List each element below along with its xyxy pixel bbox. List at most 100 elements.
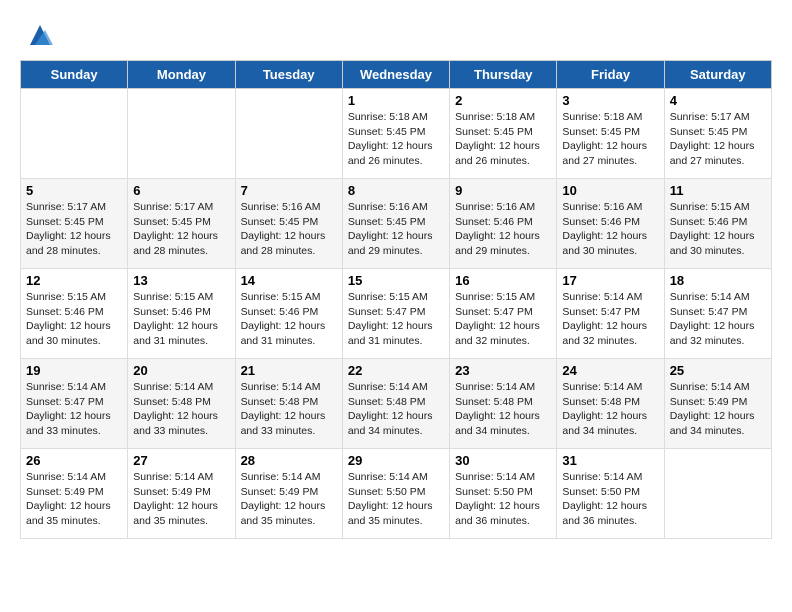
- calendar-cell: [235, 89, 342, 179]
- cell-content: Sunrise: 5:14 AM Sunset: 5:49 PM Dayligh…: [241, 470, 337, 529]
- date-number: 10: [562, 183, 658, 198]
- cell-content: Sunrise: 5:15 AM Sunset: 5:46 PM Dayligh…: [241, 290, 337, 349]
- cell-content: Sunrise: 5:14 AM Sunset: 5:47 PM Dayligh…: [562, 290, 658, 349]
- date-number: 15: [348, 273, 444, 288]
- day-header-wednesday: Wednesday: [342, 61, 449, 89]
- calendar-cell: 30 Sunrise: 5:14 AM Sunset: 5:50 PM Dayli…: [450, 449, 557, 539]
- calendar-cell: 21Sunrise: 5:14 AM Sunset: 5:48 PM Dayli…: [235, 359, 342, 449]
- cell-content: Sunrise: 5:18 AM Sunset: 5:45 PM Dayligh…: [562, 110, 658, 169]
- calendar-cell: 2 Sunrise: 5:18 AM Sunset: 5:45 PM Daylig…: [450, 89, 557, 179]
- cell-content: Sunrise: 5:14 AM Sunset: 5:47 PM Dayligh…: [26, 380, 122, 439]
- date-number: 14: [241, 273, 337, 288]
- calendar-cell: 1Sunrise: 5:18 AM Sunset: 5:45 PM Daylig…: [342, 89, 449, 179]
- cell-content: Sunrise: 5:14 AM Sunset: 5:48 PM Dayligh…: [455, 380, 551, 439]
- header-row: SundayMondayTuesdayWednesdayThursdayFrid…: [21, 61, 772, 89]
- cell-content: Sunrise: 5:15 AM Sunset: 5:47 PM Dayligh…: [455, 290, 551, 349]
- cell-content: Sunrise: 5:14 AM Sunset: 5:48 PM Dayligh…: [133, 380, 229, 439]
- logo: [20, 20, 55, 50]
- cell-content: Sunrise: 5:18 AM Sunset: 5:45 PM Dayligh…: [348, 110, 444, 169]
- date-number: 11: [670, 183, 766, 198]
- calendar-cell: 31 Sunrise: 5:14 AM Sunset: 5:50 PM Dayli…: [557, 449, 664, 539]
- day-header-tuesday: Tuesday: [235, 61, 342, 89]
- calendar-cell: 26Sunrise: 5:14 AM Sunset: 5:49 PM Dayli…: [21, 449, 128, 539]
- cell-content: Sunrise: 5:16 AM Sunset: 5:45 PM Dayligh…: [348, 200, 444, 259]
- calendar-table: SundayMondayTuesdayWednesdayThursdayFrid…: [20, 60, 772, 539]
- date-number: 21: [241, 363, 337, 378]
- calendar-cell: 25 Sunrise: 5:14 AM Sunset: 5:49 PM Dayli…: [664, 359, 771, 449]
- cell-content: Sunrise: 5:16 AM Sunset: 5:46 PM Dayligh…: [562, 200, 658, 259]
- calendar-cell: 5 Sunrise: 5:17 AM Sunset: 5:45 PM Daylig…: [21, 179, 128, 269]
- date-number: 26: [26, 453, 122, 468]
- cell-content: Sunrise: 5:18 AM Sunset: 5:45 PM Dayligh…: [455, 110, 551, 169]
- date-number: 18: [670, 273, 766, 288]
- date-number: 8: [348, 183, 444, 198]
- cell-content: Sunrise: 5:17 AM Sunset: 5:45 PM Dayligh…: [133, 200, 229, 259]
- calendar-cell: 23Sunrise: 5:14 AM Sunset: 5:48 PM Dayli…: [450, 359, 557, 449]
- calendar-cell: 22 Sunrise: 5:14 AM Sunset: 5:48 PM Dayli…: [342, 359, 449, 449]
- cell-content: Sunrise: 5:17 AM Sunset: 5:45 PM Dayligh…: [26, 200, 122, 259]
- week-row-2: 5 Sunrise: 5:17 AM Sunset: 5:45 PM Daylig…: [21, 179, 772, 269]
- calendar-cell: 6 Sunrise: 5:17 AM Sunset: 5:45 PM Daylig…: [128, 179, 235, 269]
- cell-content: Sunrise: 5:16 AM Sunset: 5:46 PM Dayligh…: [455, 200, 551, 259]
- cell-content: Sunrise: 5:15 AM Sunset: 5:46 PM Dayligh…: [670, 200, 766, 259]
- calendar-cell: 15 Sunrise: 5:15 AM Sunset: 5:47 PM Dayli…: [342, 269, 449, 359]
- week-row-1: 1Sunrise: 5:18 AM Sunset: 5:45 PM Daylig…: [21, 89, 772, 179]
- date-number: 13: [133, 273, 229, 288]
- cell-content: Sunrise: 5:14 AM Sunset: 5:47 PM Dayligh…: [670, 290, 766, 349]
- calendar-cell: 3 Sunrise: 5:18 AM Sunset: 5:45 PM Daylig…: [557, 89, 664, 179]
- date-number: 30: [455, 453, 551, 468]
- date-number: 6: [133, 183, 229, 198]
- logo-icon: [25, 20, 55, 50]
- cell-content: Sunrise: 5:15 AM Sunset: 5:46 PM Dayligh…: [26, 290, 122, 349]
- calendar-cell: 14 Sunrise: 5:15 AM Sunset: 5:46 PM Dayli…: [235, 269, 342, 359]
- date-number: 2: [455, 93, 551, 108]
- day-header-friday: Friday: [557, 61, 664, 89]
- week-row-5: 26 Sunrise: 5:14 AM Sunset: 5:49 PM Dayli…: [21, 449, 772, 539]
- date-number: 12: [26, 273, 122, 288]
- cell-content: Sunrise: 5:15 AM Sunset: 5:47 PM Dayligh…: [348, 290, 444, 349]
- date-number: 3: [562, 93, 658, 108]
- cell-content: Sunrise: 5:14 AM Sunset: 5:48 PM Dayligh…: [562, 380, 658, 439]
- cell-content: Sunrise: 5:14 AM Sunset: 5:50 PM Dayligh…: [455, 470, 551, 529]
- calendar-cell: [664, 449, 771, 539]
- calendar-cell: 27 Sunrise: 5:14 AM Sunset: 5:49 PM Dayli…: [128, 449, 235, 539]
- date-number: 7: [241, 183, 337, 198]
- cell-content: Sunrise: 5:15 AM Sunset: 5:46 PM Dayligh…: [133, 290, 229, 349]
- calendar-cell: 4 Sunrise: 5:17 AM Sunset: 5:45 PM Daylig…: [664, 89, 771, 179]
- cell-content: Sunrise: 5:14 AM Sunset: 5:49 PM Dayligh…: [670, 380, 766, 439]
- cell-content: Sunrise: 5:14 AM Sunset: 5:50 PM Dayligh…: [562, 470, 658, 529]
- date-number: 5: [26, 183, 122, 198]
- week-row-3: 12 Sunrise: 5:15 AM Sunset: 5:46 PM Dayli…: [21, 269, 772, 359]
- day-header-sunday: Sunday: [21, 61, 128, 89]
- calendar-cell: [21, 89, 128, 179]
- date-number: 29: [348, 453, 444, 468]
- cell-content: Sunrise: 5:17 AM Sunset: 5:45 PM Dayligh…: [670, 110, 766, 169]
- calendar-cell: 18 Sunrise: 5:14 AM Sunset: 5:47 PM Dayli…: [664, 269, 771, 359]
- calendar-cell: 24Sunrise: 5:14 AM Sunset: 5:48 PM Dayli…: [557, 359, 664, 449]
- page-header: [20, 20, 772, 50]
- date-number: 22: [348, 363, 444, 378]
- calendar-cell: 17Sunrise: 5:14 AM Sunset: 5:47 PM Dayli…: [557, 269, 664, 359]
- calendar-cell: 16 Sunrise: 5:15 AM Sunset: 5:47 PM Dayli…: [450, 269, 557, 359]
- date-number: 27: [133, 453, 229, 468]
- calendar-cell: 9 Sunrise: 5:16 AM Sunset: 5:46 PM Daylig…: [450, 179, 557, 269]
- calendar-cell: 7 Sunrise: 5:16 AM Sunset: 5:45 PM Daylig…: [235, 179, 342, 269]
- day-header-thursday: Thursday: [450, 61, 557, 89]
- calendar-cell: 13 Sunrise: 5:15 AM Sunset: 5:46 PM Dayli…: [128, 269, 235, 359]
- date-number: 20: [133, 363, 229, 378]
- date-number: 4: [670, 93, 766, 108]
- cell-content: Sunrise: 5:14 AM Sunset: 5:48 PM Dayligh…: [348, 380, 444, 439]
- calendar-cell: 28Sunrise: 5:14 AM Sunset: 5:49 PM Dayli…: [235, 449, 342, 539]
- week-row-4: 19 Sunrise: 5:14 AM Sunset: 5:47 PM Dayli…: [21, 359, 772, 449]
- cell-content: Sunrise: 5:14 AM Sunset: 5:49 PM Dayligh…: [133, 470, 229, 529]
- date-number: 16: [455, 273, 551, 288]
- calendar-cell: 8 Sunrise: 5:16 AM Sunset: 5:45 PM Daylig…: [342, 179, 449, 269]
- calendar-cell: [128, 89, 235, 179]
- cell-content: Sunrise: 5:14 AM Sunset: 5:50 PM Dayligh…: [348, 470, 444, 529]
- date-number: 9: [455, 183, 551, 198]
- cell-content: Sunrise: 5:16 AM Sunset: 5:45 PM Dayligh…: [241, 200, 337, 259]
- date-number: 31: [562, 453, 658, 468]
- date-number: 19: [26, 363, 122, 378]
- date-number: 25: [670, 363, 766, 378]
- calendar-cell: 20 Sunrise: 5:14 AM Sunset: 5:48 PM Dayli…: [128, 359, 235, 449]
